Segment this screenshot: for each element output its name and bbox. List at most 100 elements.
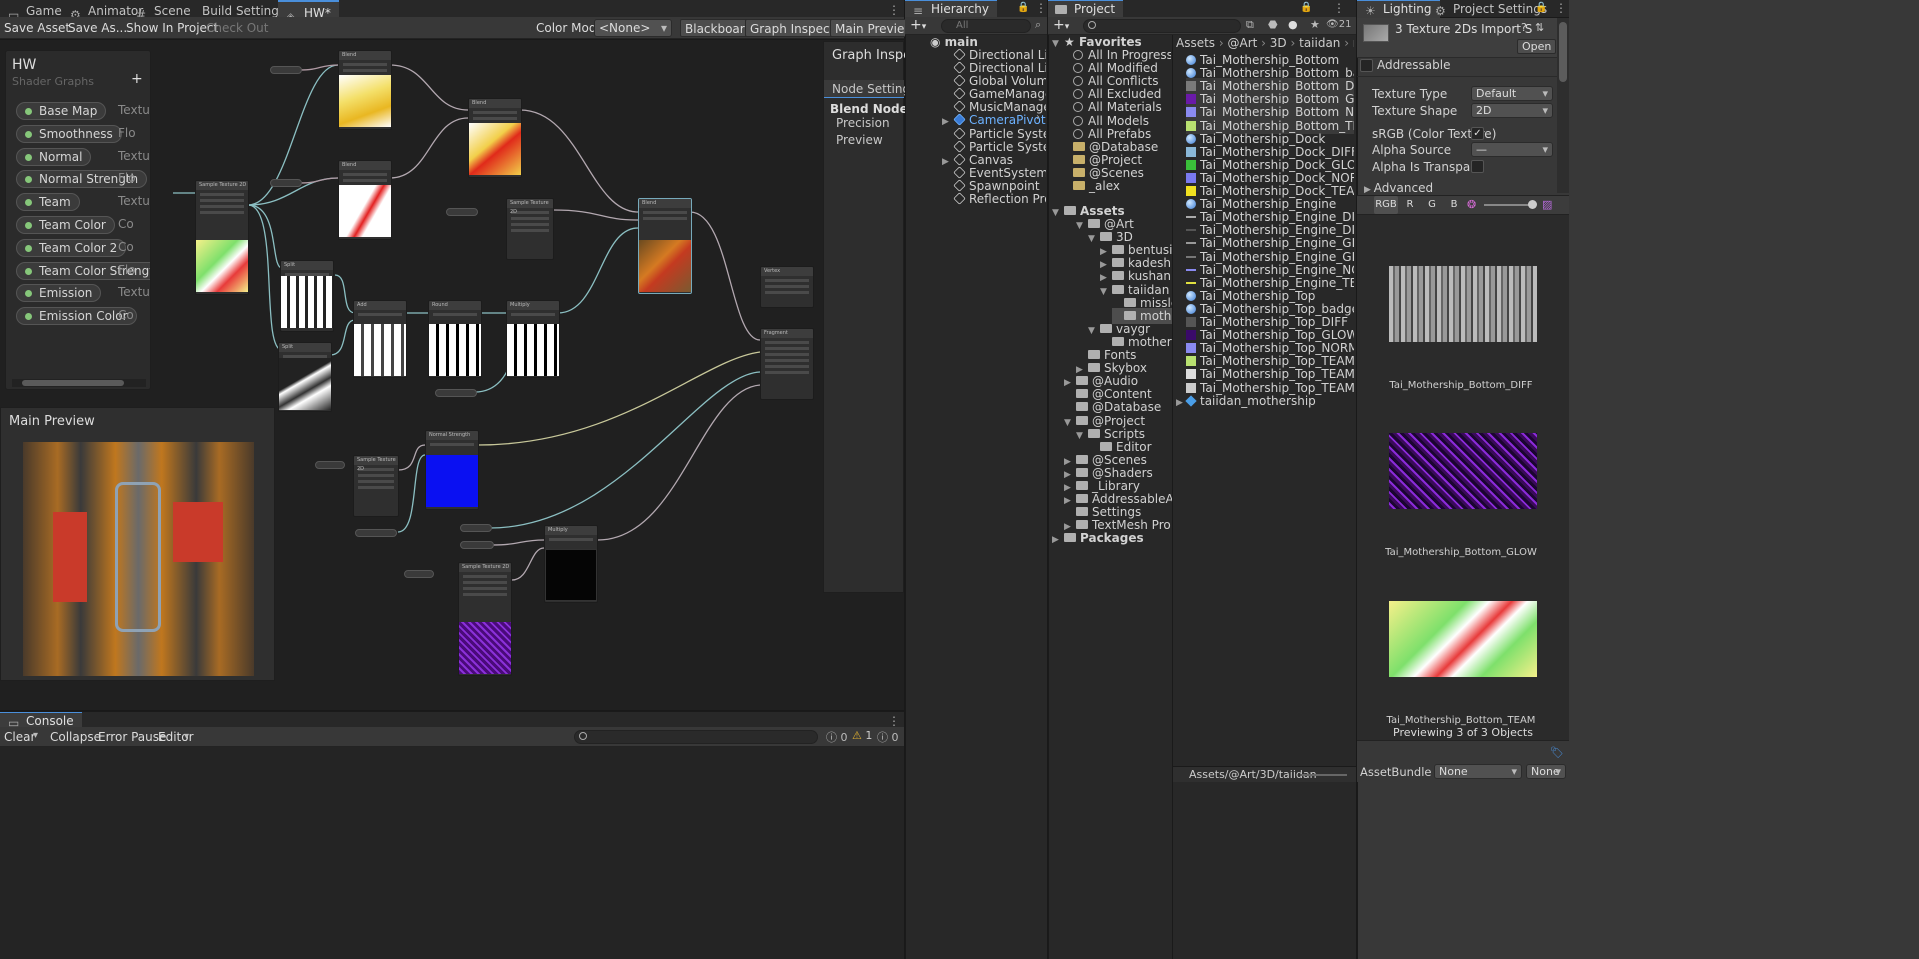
project-tree-divider[interactable]	[1172, 35, 1173, 959]
expand-arrow-icon[interactable]: ›	[1036, 112, 1040, 123]
editor-dropdown[interactable]: Editor	[154, 728, 198, 746]
search-by-label-icon[interactable]: ⬣	[1268, 18, 1278, 31]
inspector-scrollbar[interactable]	[1557, 18, 1569, 193]
sample-texture-node-3[interactable]: Sample Texture 2D	[353, 455, 399, 517]
expand-arrow-icon[interactable]: ▼	[1052, 205, 1064, 221]
project-more-icon[interactable]: ⋮	[1333, 1, 1345, 15]
project-file-26[interactable]: ▶ taiidan_mothership	[1176, 393, 1354, 409]
folder-icon	[1112, 336, 1124, 346]
color-mode-dropdown[interactable]: <None>	[594, 19, 672, 37]
vertex-master-node[interactable]: Vertex	[760, 266, 814, 308]
favorite-star-icon[interactable]: ★	[1310, 18, 1320, 31]
channel-r-button[interactable]: R	[1400, 196, 1420, 214]
expand-arrow-icon[interactable]: ▼	[1064, 415, 1076, 429]
inspector-lock-icon[interactable]: 🔒	[1535, 2, 1547, 13]
blackboard-prop-8[interactable]: Emission	[16, 284, 102, 303]
console-more-icon[interactable]: ⋮	[888, 714, 900, 728]
clear-dropdown-icon[interactable]: ▾	[33, 730, 38, 741]
property-node-1[interactable]	[270, 66, 302, 74]
add-property-button[interactable]: +	[131, 71, 143, 87]
mip-toggle-icon[interactable]: ▨	[1542, 198, 1552, 211]
hierarchy-more-icon[interactable]: ⋮	[1035, 1, 1047, 15]
filter-by-status-icon[interactable]: ●	[1288, 18, 1298, 31]
save-asset-button[interactable]: Save Asset	[0, 19, 74, 37]
more-options-icon[interactable]: ⋮	[888, 3, 900, 17]
packages-heading[interactable]: ▶ Packages	[1052, 530, 1144, 546]
thumbnail-size-slider[interactable]	[1301, 774, 1347, 776]
property-node-2[interactable]	[270, 179, 302, 187]
inspector-more-icon[interactable]: ⋮	[1555, 1, 1567, 15]
tab-project[interactable]: Project	[1048, 0, 1124, 18]
breadcrumb-item-2[interactable]: 3D	[1270, 36, 1287, 50]
alpha-transparency-checkbox[interactable]	[1471, 160, 1484, 173]
channel-rgb-button[interactable]: RGB	[1374, 196, 1398, 214]
open-button[interactable]: Open	[1517, 39, 1557, 54]
warning-count-icon[interactable]: ⚠ 1	[852, 729, 872, 742]
alpha-source-dropdown[interactable]: —	[1471, 142, 1553, 157]
texture-type-dropdown[interactable]: Default	[1471, 86, 1553, 101]
expand-arrow-icon[interactable]: ▼	[1076, 428, 1088, 442]
expand-arrow-icon[interactable]: ▼	[1088, 323, 1100, 337]
property-node-4[interactable]	[435, 389, 477, 397]
tab-hierarchy[interactable]: ≡ Hierarchy	[905, 0, 998, 18]
blackboard-prop-5[interactable]: Team Color	[16, 216, 115, 234]
property-node-3[interactable]	[446, 208, 478, 216]
channel-b-button[interactable]: B	[1444, 196, 1464, 214]
folder-icon	[1076, 454, 1088, 464]
blackboard-scrollbar[interactable]	[12, 379, 146, 387]
message-count-icon[interactable]: ⓘ 0	[877, 729, 899, 745]
property-node-9[interactable]	[404, 570, 434, 578]
assetbundle-dropdown[interactable]: None	[1434, 764, 1522, 779]
create-plus-icon[interactable]: +▾	[910, 17, 926, 33]
blackboard-prop-1[interactable]: Smoothness	[16, 124, 122, 143]
search-filter-icon[interactable]: ⌕	[1035, 18, 1041, 32]
property-node-6[interactable]	[355, 529, 397, 537]
expand-arrow-icon[interactable]: ▼	[1088, 231, 1100, 245]
channel-g-button[interactable]: G	[1422, 196, 1442, 214]
assetbundle-variant-dropdown[interactable]: None	[1526, 764, 1566, 779]
lock-icon[interactable]: 🔒	[1017, 2, 1029, 13]
fragment-master-node[interactable]: Fragment	[760, 328, 814, 400]
texture-shape-dropdown[interactable]: 2D	[1471, 103, 1553, 118]
hidden-packages-count[interactable]: 👁21	[1326, 19, 1351, 30]
property-node-7[interactable]	[460, 524, 492, 532]
error-count-icon[interactable]: ⓘ 0	[826, 729, 848, 745]
precision-item[interactable]: Precision	[836, 116, 890, 130]
preview-item[interactable]: Preview	[836, 133, 883, 147]
console-search-input[interactable]	[574, 730, 818, 744]
property-node-5[interactable]	[315, 461, 345, 469]
help-icon[interactable]: ?	[1521, 21, 1527, 34]
mip-level-slider[interactable]	[1484, 200, 1537, 209]
hierarchy-item-11[interactable]: Reflection Probe	[942, 191, 1046, 207]
breadcrumb-item-1[interactable]: @Art	[1228, 36, 1258, 50]
assetbundle-tag-icon[interactable]: 🏷	[1550, 746, 1564, 759]
addressable-checkbox[interactable]	[1360, 59, 1373, 72]
project-create-plus-icon[interactable]: +▾	[1053, 17, 1069, 33]
preset-icon[interactable]: ⇅	[1535, 21, 1544, 34]
node-settings-tab[interactable]: Node Settings	[824, 80, 916, 98]
breadcrumb-item-4[interactable]: moth	[1353, 36, 1354, 50]
expand-arrow-icon[interactable]: ▶	[1176, 395, 1186, 409]
check-out-button[interactable]: Check Out	[202, 19, 272, 37]
blackboard-prop-2[interactable]: Normal	[16, 147, 92, 166]
blackboard-prop-0[interactable]: Base Map	[16, 102, 107, 120]
expand-arrow-icon[interactable]: ▼	[1052, 36, 1064, 52]
advanced-foldout[interactable]: ▶ Advanced	[1364, 181, 1433, 195]
blackboard-prop-6[interactable]: Team Color 2	[16, 238, 127, 257]
color-palette-icon[interactable]: ❂	[1467, 198, 1476, 211]
project-lock-icon[interactable]: 🔒	[1300, 2, 1312, 13]
project-search-input[interactable]	[1083, 19, 1241, 33]
breadcrumb-item-0[interactable]: Assets	[1176, 36, 1215, 50]
hierarchy-search-input[interactable]: All	[941, 19, 1031, 33]
expand-arrow-icon[interactable]: ▼	[1076, 218, 1088, 232]
sample-texture-node-2[interactable]: Sample Texture 2D	[506, 198, 554, 260]
favorite-item-10[interactable]: _alex	[1073, 178, 1171, 194]
main-preview-render[interactable]	[23, 442, 254, 676]
expand-arrow-icon[interactable]: ▶	[1052, 532, 1064, 548]
property-node-8[interactable]	[460, 541, 494, 549]
breadcrumb-item-3[interactable]: taiidan	[1299, 36, 1340, 50]
blackboard-prop-4[interactable]: Team	[16, 193, 80, 212]
search-by-type-icon[interactable]: ⧉	[1246, 18, 1254, 32]
expand-arrow-icon[interactable]: ▼	[1100, 284, 1112, 298]
srgb-checkbox[interactable]: ✓	[1471, 127, 1484, 140]
